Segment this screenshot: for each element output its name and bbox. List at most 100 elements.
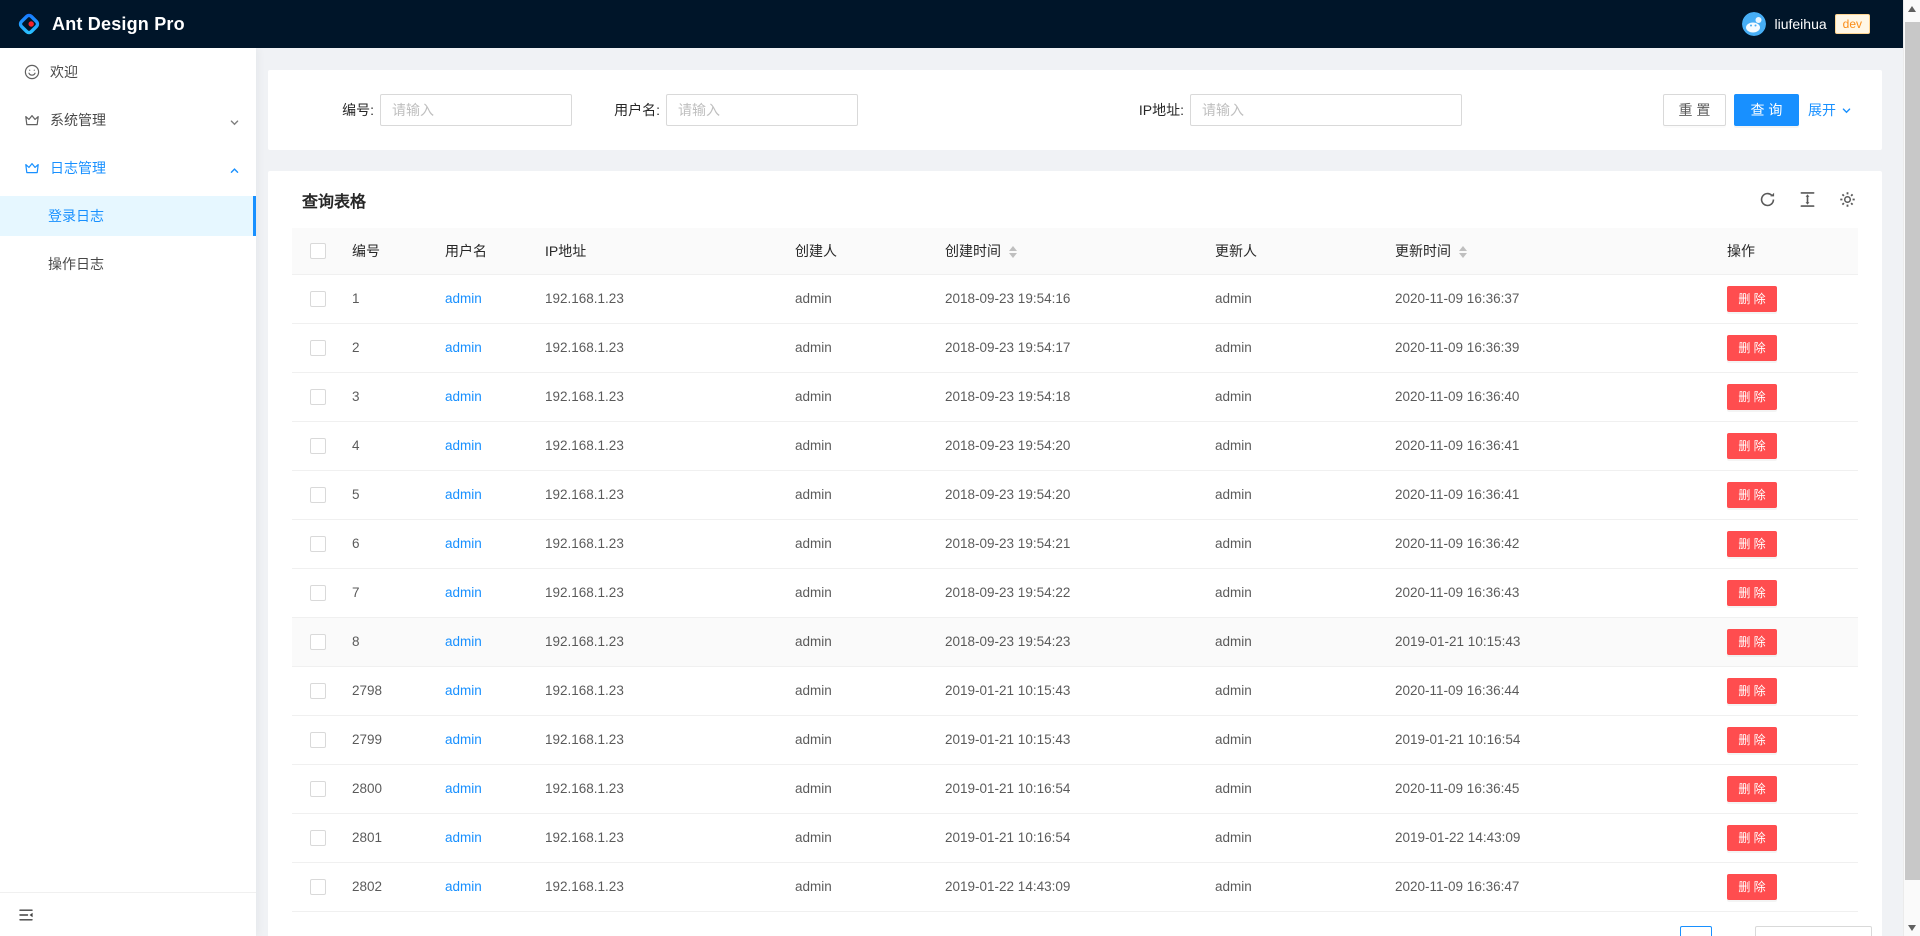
cell-id: 3 [344, 372, 437, 421]
row-checkbox[interactable] [310, 536, 326, 552]
sidebar-item-operation-log[interactable]: 操作日志 [0, 244, 256, 284]
reload-icon[interactable] [1759, 191, 1776, 208]
row-checkbox[interactable] [310, 340, 326, 356]
cell-created-at: 2018-09-23 19:54:18 [937, 372, 1207, 421]
column-height-icon[interactable] [1799, 191, 1816, 208]
cell-username-link[interactable]: admin [445, 781, 482, 796]
table-row: 8admin192.168.1.23admin2018-09-23 19:54:… [292, 617, 1858, 666]
column-header-created-at: 创建时间 [937, 228, 1207, 274]
chevron-up-icon [229, 163, 240, 174]
delete-button[interactable]: 删 除 [1727, 678, 1777, 704]
cell-ip: 192.168.1.23 [537, 617, 787, 666]
cell-updater: admin [1207, 813, 1387, 862]
cell-id: 8 [344, 617, 437, 666]
scrollbar-up-arrow[interactable] [1904, 0, 1920, 17]
settings-gear-icon[interactable] [1839, 191, 1856, 208]
cell-updater: admin [1207, 568, 1387, 617]
pagination-page-size-select[interactable] [1755, 926, 1872, 936]
query-button[interactable]: 查 询 [1734, 94, 1799, 126]
cell-creator: admin [787, 568, 937, 617]
row-checkbox[interactable] [310, 585, 326, 601]
select-all-checkbox[interactable] [310, 243, 326, 259]
sort-control[interactable] [1009, 246, 1017, 258]
row-checkbox[interactable] [310, 830, 326, 846]
table-row: 2admin192.168.1.23admin2018-09-23 19:54:… [292, 323, 1858, 372]
ant-design-logo-icon [16, 11, 42, 37]
cell-username-link[interactable]: admin [445, 830, 482, 845]
sidebar-item-welcome[interactable]: 欢迎 [0, 52, 256, 92]
column-header-username: 用户名 [437, 228, 537, 274]
cell-username-link[interactable]: admin [445, 536, 482, 551]
crown-icon [24, 112, 40, 128]
sidebar-item-log-management[interactable]: 日志管理 [0, 148, 256, 188]
cell-creator: admin [787, 470, 937, 519]
sidebar-item-label: 日志管理 [50, 158, 106, 178]
delete-button[interactable]: 删 除 [1727, 874, 1777, 900]
user-name[interactable]: liufeihua [1774, 16, 1826, 32]
sort-control[interactable] [1459, 246, 1467, 258]
row-checkbox[interactable] [310, 438, 326, 454]
table-row: 1admin192.168.1.23admin2018-09-23 19:54:… [292, 274, 1858, 323]
cell-username-link[interactable]: admin [445, 732, 482, 747]
table-body: 1admin192.168.1.23admin2018-09-23 19:54:… [292, 274, 1858, 911]
table-row: 5admin192.168.1.23admin2018-09-23 19:54:… [292, 470, 1858, 519]
cell-username-link[interactable]: admin [445, 487, 482, 502]
cell-creator: admin [787, 764, 937, 813]
delete-button[interactable]: 删 除 [1727, 531, 1777, 557]
cell-creator: admin [787, 372, 937, 421]
delete-button[interactable]: 删 除 [1727, 580, 1777, 606]
cell-username-link[interactable]: admin [445, 340, 482, 355]
sidebar-item-system-management[interactable]: 系统管理 [0, 100, 256, 140]
cell-updater: admin [1207, 764, 1387, 813]
scrollbar-down-arrow[interactable] [1904, 919, 1920, 936]
crown-icon [24, 160, 40, 176]
delete-button[interactable]: 删 除 [1727, 776, 1777, 802]
row-checkbox[interactable] [310, 732, 326, 748]
delete-button[interactable]: 删 除 [1727, 433, 1777, 459]
row-checkbox[interactable] [310, 291, 326, 307]
cell-username-link[interactable]: admin [445, 634, 482, 649]
cell-creator: admin [787, 519, 937, 568]
cell-updater: admin [1207, 323, 1387, 372]
cell-username-link[interactable]: admin [445, 585, 482, 600]
scrollbar-thumb[interactable] [1905, 22, 1920, 880]
delete-button[interactable]: 删 除 [1727, 286, 1777, 312]
row-checkbox[interactable] [310, 683, 326, 699]
cell-updated-at: 2019-01-21 10:15:43 [1387, 617, 1719, 666]
app-logo[interactable]: Ant Design Pro [16, 11, 185, 37]
menu-fold-icon[interactable] [18, 907, 34, 923]
delete-button[interactable]: 删 除 [1727, 825, 1777, 851]
row-checkbox[interactable] [310, 781, 326, 797]
ip-input[interactable] [1190, 94, 1462, 126]
delete-button[interactable]: 删 除 [1727, 727, 1777, 753]
row-checkbox[interactable] [310, 879, 326, 895]
cell-id: 2802 [344, 862, 437, 911]
cell-updater: admin [1207, 421, 1387, 470]
row-checkbox[interactable] [310, 389, 326, 405]
cell-updater: admin [1207, 617, 1387, 666]
row-checkbox[interactable] [310, 487, 326, 503]
cell-username-link[interactable]: admin [445, 683, 482, 698]
cell-updater: admin [1207, 372, 1387, 421]
sidebar-item-login-log[interactable]: 登录日志 [0, 196, 256, 236]
delete-button[interactable]: 删 除 [1727, 629, 1777, 655]
cell-username-link[interactable]: admin [445, 879, 482, 894]
smile-icon [24, 64, 40, 80]
delete-button[interactable]: 删 除 [1727, 384, 1777, 410]
user-avatar[interactable] [1742, 12, 1766, 36]
cell-creator: admin [787, 813, 937, 862]
delete-button[interactable]: 删 除 [1727, 335, 1777, 361]
cell-username-link[interactable]: admin [445, 389, 482, 404]
cell-username-link[interactable]: admin [445, 291, 482, 306]
expand-link[interactable]: 展开 [1808, 94, 1852, 126]
chevron-down-icon [1841, 105, 1852, 116]
cell-ip: 192.168.1.23 [537, 323, 787, 372]
row-checkbox[interactable] [310, 634, 326, 650]
pagination-current-page[interactable] [1680, 926, 1712, 936]
cell-username-link[interactable]: admin [445, 438, 482, 453]
reset-button[interactable]: 重 置 [1663, 94, 1726, 126]
delete-button[interactable]: 删 除 [1727, 482, 1777, 508]
cell-creator: admin [787, 666, 937, 715]
cell-ip: 192.168.1.23 [537, 274, 787, 323]
cell-updater: admin [1207, 470, 1387, 519]
